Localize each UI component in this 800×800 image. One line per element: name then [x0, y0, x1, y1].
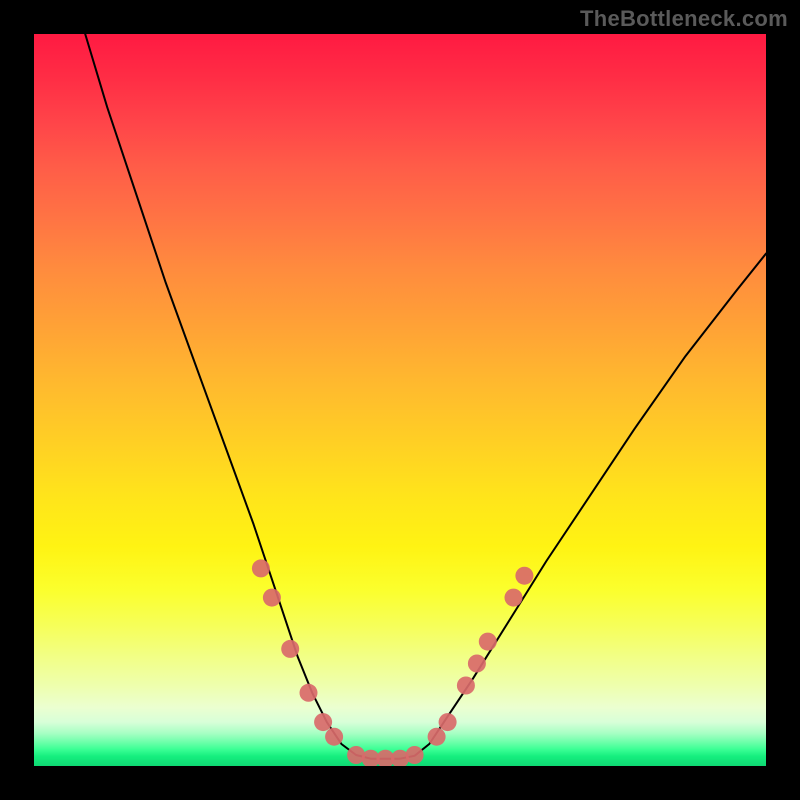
data-point-marker: [263, 589, 281, 607]
data-point-marker: [505, 589, 523, 607]
data-point-marker: [439, 713, 457, 731]
data-point-marker: [428, 728, 446, 746]
watermark-label: TheBottleneck.com: [580, 6, 788, 32]
data-point-marker: [281, 640, 299, 658]
data-point-marker: [314, 713, 332, 731]
data-point-marker: [457, 677, 475, 695]
data-point-marker: [300, 684, 318, 702]
plot-area: [34, 34, 766, 766]
data-point-marker: [325, 728, 343, 746]
data-point-marker: [479, 633, 497, 651]
chart-outer-frame: TheBottleneck.com: [0, 0, 800, 800]
data-point-marker: [406, 746, 424, 764]
data-point-marker: [515, 567, 533, 585]
data-point-marker: [252, 559, 270, 577]
bottleneck-curve-layer: [34, 34, 766, 766]
bottleneck-curve: [85, 34, 766, 759]
data-point-marker: [468, 655, 486, 673]
